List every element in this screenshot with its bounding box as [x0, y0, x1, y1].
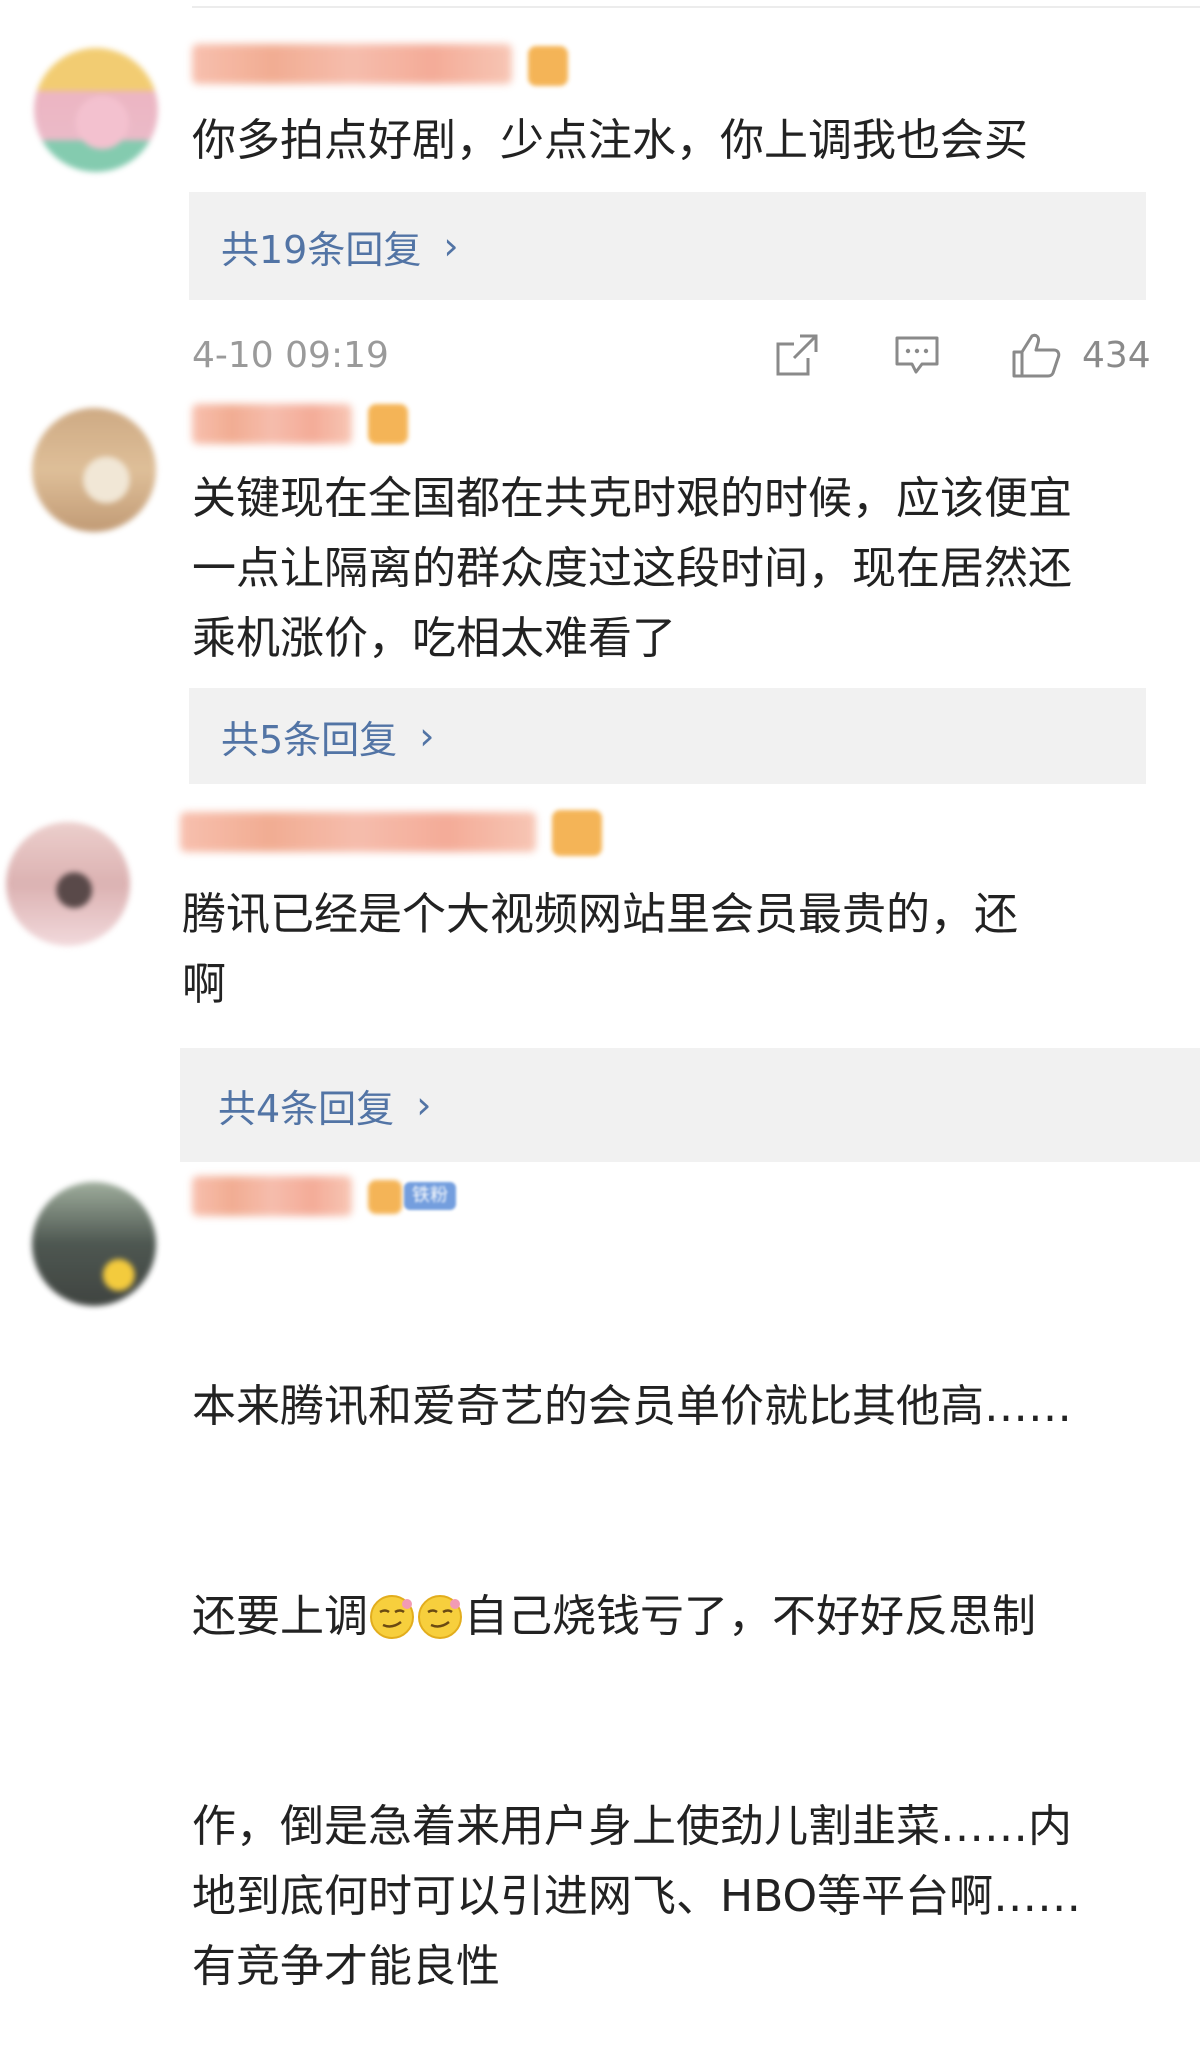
avatar[interactable]	[32, 1182, 156, 1306]
username[interactable]	[192, 1176, 352, 1216]
comment-segment: 还要上调	[192, 1591, 368, 1642]
comment-line: 本来腾讯和爱奇艺的会员单价就比其他高……	[192, 1381, 1072, 1432]
top-divider	[192, 6, 1200, 8]
comment-text: 本来腾讯和爱奇艺的会员单价就比其他高…… 还要上调 自己烧钱亏了，不好好反思制 …	[192, 1232, 1081, 2072]
comment-timestamp: 4-10 09:19	[192, 335, 389, 376]
fan-badge-icon	[528, 46, 568, 86]
comment-text: 你多拍点好剧，少点注水，你上调我也会买	[192, 115, 1028, 166]
username[interactable]	[192, 44, 512, 84]
comment-line: 还要上调 自己烧钱亏了，不好好反思制	[192, 1582, 1081, 1652]
reply-summary[interactable]: 共19条回复 ›	[189, 192, 1146, 300]
fan-level-badge: 铁粉	[404, 1182, 456, 1210]
avatar[interactable]	[32, 408, 156, 532]
reply-count-link[interactable]: 共5条回复	[189, 709, 397, 764]
like-icon[interactable]	[1010, 330, 1062, 380]
fan-badge-icon	[368, 404, 408, 444]
username[interactable]	[180, 812, 536, 852]
smirk-emoji-icon	[370, 1595, 414, 1639]
comment-line: 作，倒是急着来用户身上使劲儿割韭菜……内 地到底何时可以引进网飞、HBO等平台啊…	[192, 1801, 1082, 1992]
comment-text: 关键现在全国都在共克时艰的时候，应该便宜 一点让隔离的群众度过这段时间，现在居然…	[192, 473, 1072, 664]
comment-icon[interactable]	[892, 330, 942, 380]
reply-count-link[interactable]: 共4条回复	[180, 1078, 394, 1133]
chevron-right-icon: ›	[443, 224, 459, 268]
chevron-right-icon: ›	[419, 714, 435, 758]
username[interactable]	[192, 404, 352, 444]
fan-badge-icon	[552, 810, 602, 856]
share-icon[interactable]	[772, 330, 822, 380]
reply-count-link[interactable]: 共19条回复	[189, 219, 421, 274]
like-count: 434	[1082, 335, 1151, 376]
reply-summary[interactable]: 共4条回复 ›	[180, 1048, 1200, 1162]
avatar[interactable]	[6, 822, 130, 946]
avatar[interactable]	[34, 48, 158, 172]
fan-badge-icon	[368, 1180, 402, 1214]
smirk-emoji-icon	[418, 1595, 462, 1639]
comment-text: 腾讯已经是个大视频网站里会员最贵的，还 啊	[182, 889, 1018, 1010]
chevron-right-icon: ›	[416, 1083, 432, 1127]
comment-segment: 自己烧钱亏了，不好好反思制	[464, 1591, 1036, 1642]
reply-summary[interactable]: 共5条回复 ›	[189, 688, 1146, 784]
